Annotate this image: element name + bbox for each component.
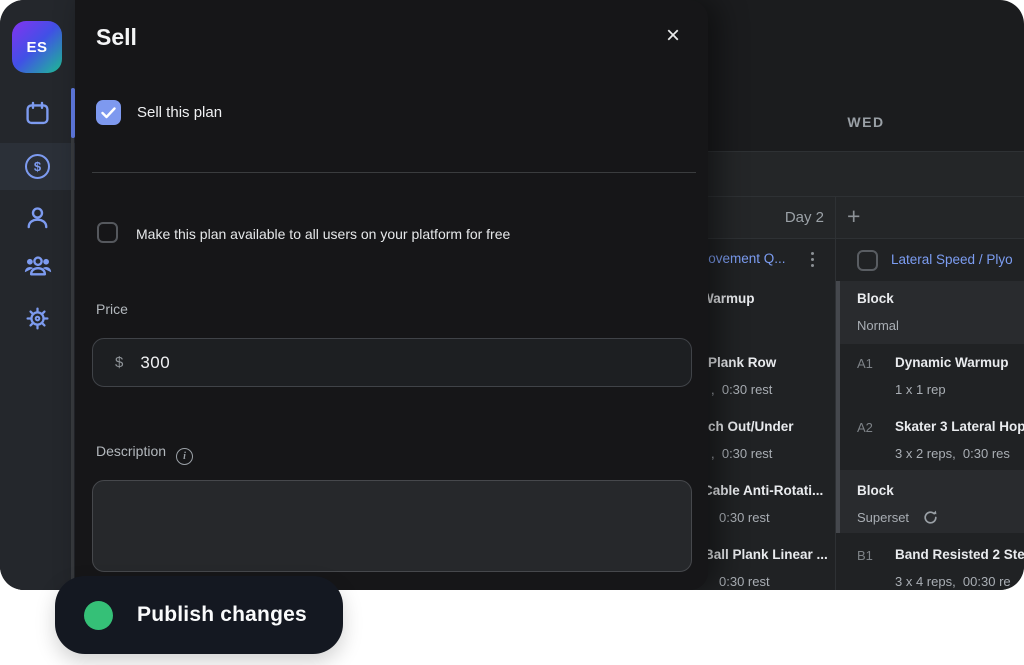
exercise-name: Cable Anti-Rotati... (703, 483, 823, 498)
sidebar-item-payments[interactable]: $ (0, 143, 75, 189)
publish-changes-label: Publish changes (137, 603, 307, 627)
day-header-wed: WED (708, 114, 1024, 130)
exercise-order-label: B1 (857, 548, 873, 563)
green-dot-icon (84, 601, 113, 630)
block-type: Normal (857, 318, 899, 333)
free-plan-label: Make this plan available to all users on… (136, 226, 510, 242)
info-icon[interactable]: i (176, 448, 193, 465)
sell-modal: Sell × Sell this plan Make this plan ava… (75, 0, 708, 590)
app-window: WED Day 2 + Movement Q... Warmup Plank R… (0, 0, 1024, 590)
person-icon (24, 204, 51, 231)
free-plan-checkbox[interactable] (97, 222, 118, 243)
screen: WED Day 2 + Movement Q... Warmup Plank R… (0, 0, 1024, 665)
exercise-detail: 0:30 rest (719, 574, 770, 589)
exercise-detail: 3 x 4 reps, 00:30 re (895, 574, 1011, 589)
exercise-detail: 0:30 rest (719, 510, 770, 525)
sidebar-item-calendar[interactable] (0, 90, 75, 136)
workout-card-title-right[interactable]: Lateral Speed / Plyo (891, 252, 1013, 267)
exercise-name: Dynamic Warmup (895, 355, 1009, 370)
price-input[interactable]: $ 300 (92, 338, 692, 387)
close-icon[interactable]: × (666, 24, 680, 48)
calendar-icon (24, 100, 51, 127)
avatar[interactable]: ES (12, 21, 62, 73)
cycle-icon (922, 509, 939, 526)
sell-this-plan-label: Sell this plan (137, 104, 222, 121)
people-icon (23, 251, 53, 281)
description-textarea[interactable] (92, 480, 692, 572)
block-type: Superset (857, 510, 909, 525)
exercise-detail: , 0:30 rest (711, 446, 772, 461)
sidebar-item-profile[interactable] (0, 194, 75, 240)
day-column-title: Day 2 (708, 209, 824, 226)
exercise-name: Band Resisted 2 Step (895, 547, 1024, 562)
price-label: Price (96, 301, 128, 317)
divider (92, 172, 696, 173)
exercise-detail: 3 x 2 reps, 0:30 res (895, 446, 1010, 461)
modal-title: Sell (96, 24, 137, 51)
sidebar-item-team[interactable] (0, 243, 75, 289)
exercise-order-label: A1 (857, 356, 873, 371)
sell-this-plan-checkbox[interactable] (96, 100, 121, 125)
block-name: Warmup (701, 291, 755, 306)
exercise-detail: , 0:30 rest (711, 382, 772, 397)
price-value: 300 (140, 353, 170, 373)
sidebar: ES $ (0, 0, 76, 590)
gear-icon (24, 305, 51, 332)
workout-card-title-left[interactable]: Movement Q... (697, 251, 786, 266)
block-name: Block (857, 483, 894, 498)
description-label: Description i (96, 443, 193, 465)
currency-symbol: $ (115, 354, 123, 371)
sidebar-item-settings[interactable] (0, 295, 75, 341)
dollar-circle-icon: $ (25, 154, 50, 179)
exercise-order-label: A2 (857, 420, 873, 435)
exercise-name: Plank Row (708, 355, 776, 370)
check-icon (101, 107, 116, 119)
publish-changes-button[interactable]: Publish changes (55, 576, 343, 654)
card-menu-icon[interactable] (811, 252, 814, 270)
description-label-text: Description (96, 443, 166, 459)
add-workout-button[interactable]: + (847, 205, 860, 228)
card-left-bar (836, 281, 840, 533)
exercise-name: ch Out/Under (708, 419, 794, 434)
exercise-name: Ball Plank Linear ... (704, 547, 828, 562)
dollar-glyph: $ (34, 159, 41, 174)
workout-select-checkbox[interactable] (857, 250, 878, 271)
exercise-detail: 1 x 1 rep (895, 382, 946, 397)
block-name: Block (857, 291, 894, 306)
exercise-name: Skater 3 Lateral Hop (895, 419, 1024, 434)
